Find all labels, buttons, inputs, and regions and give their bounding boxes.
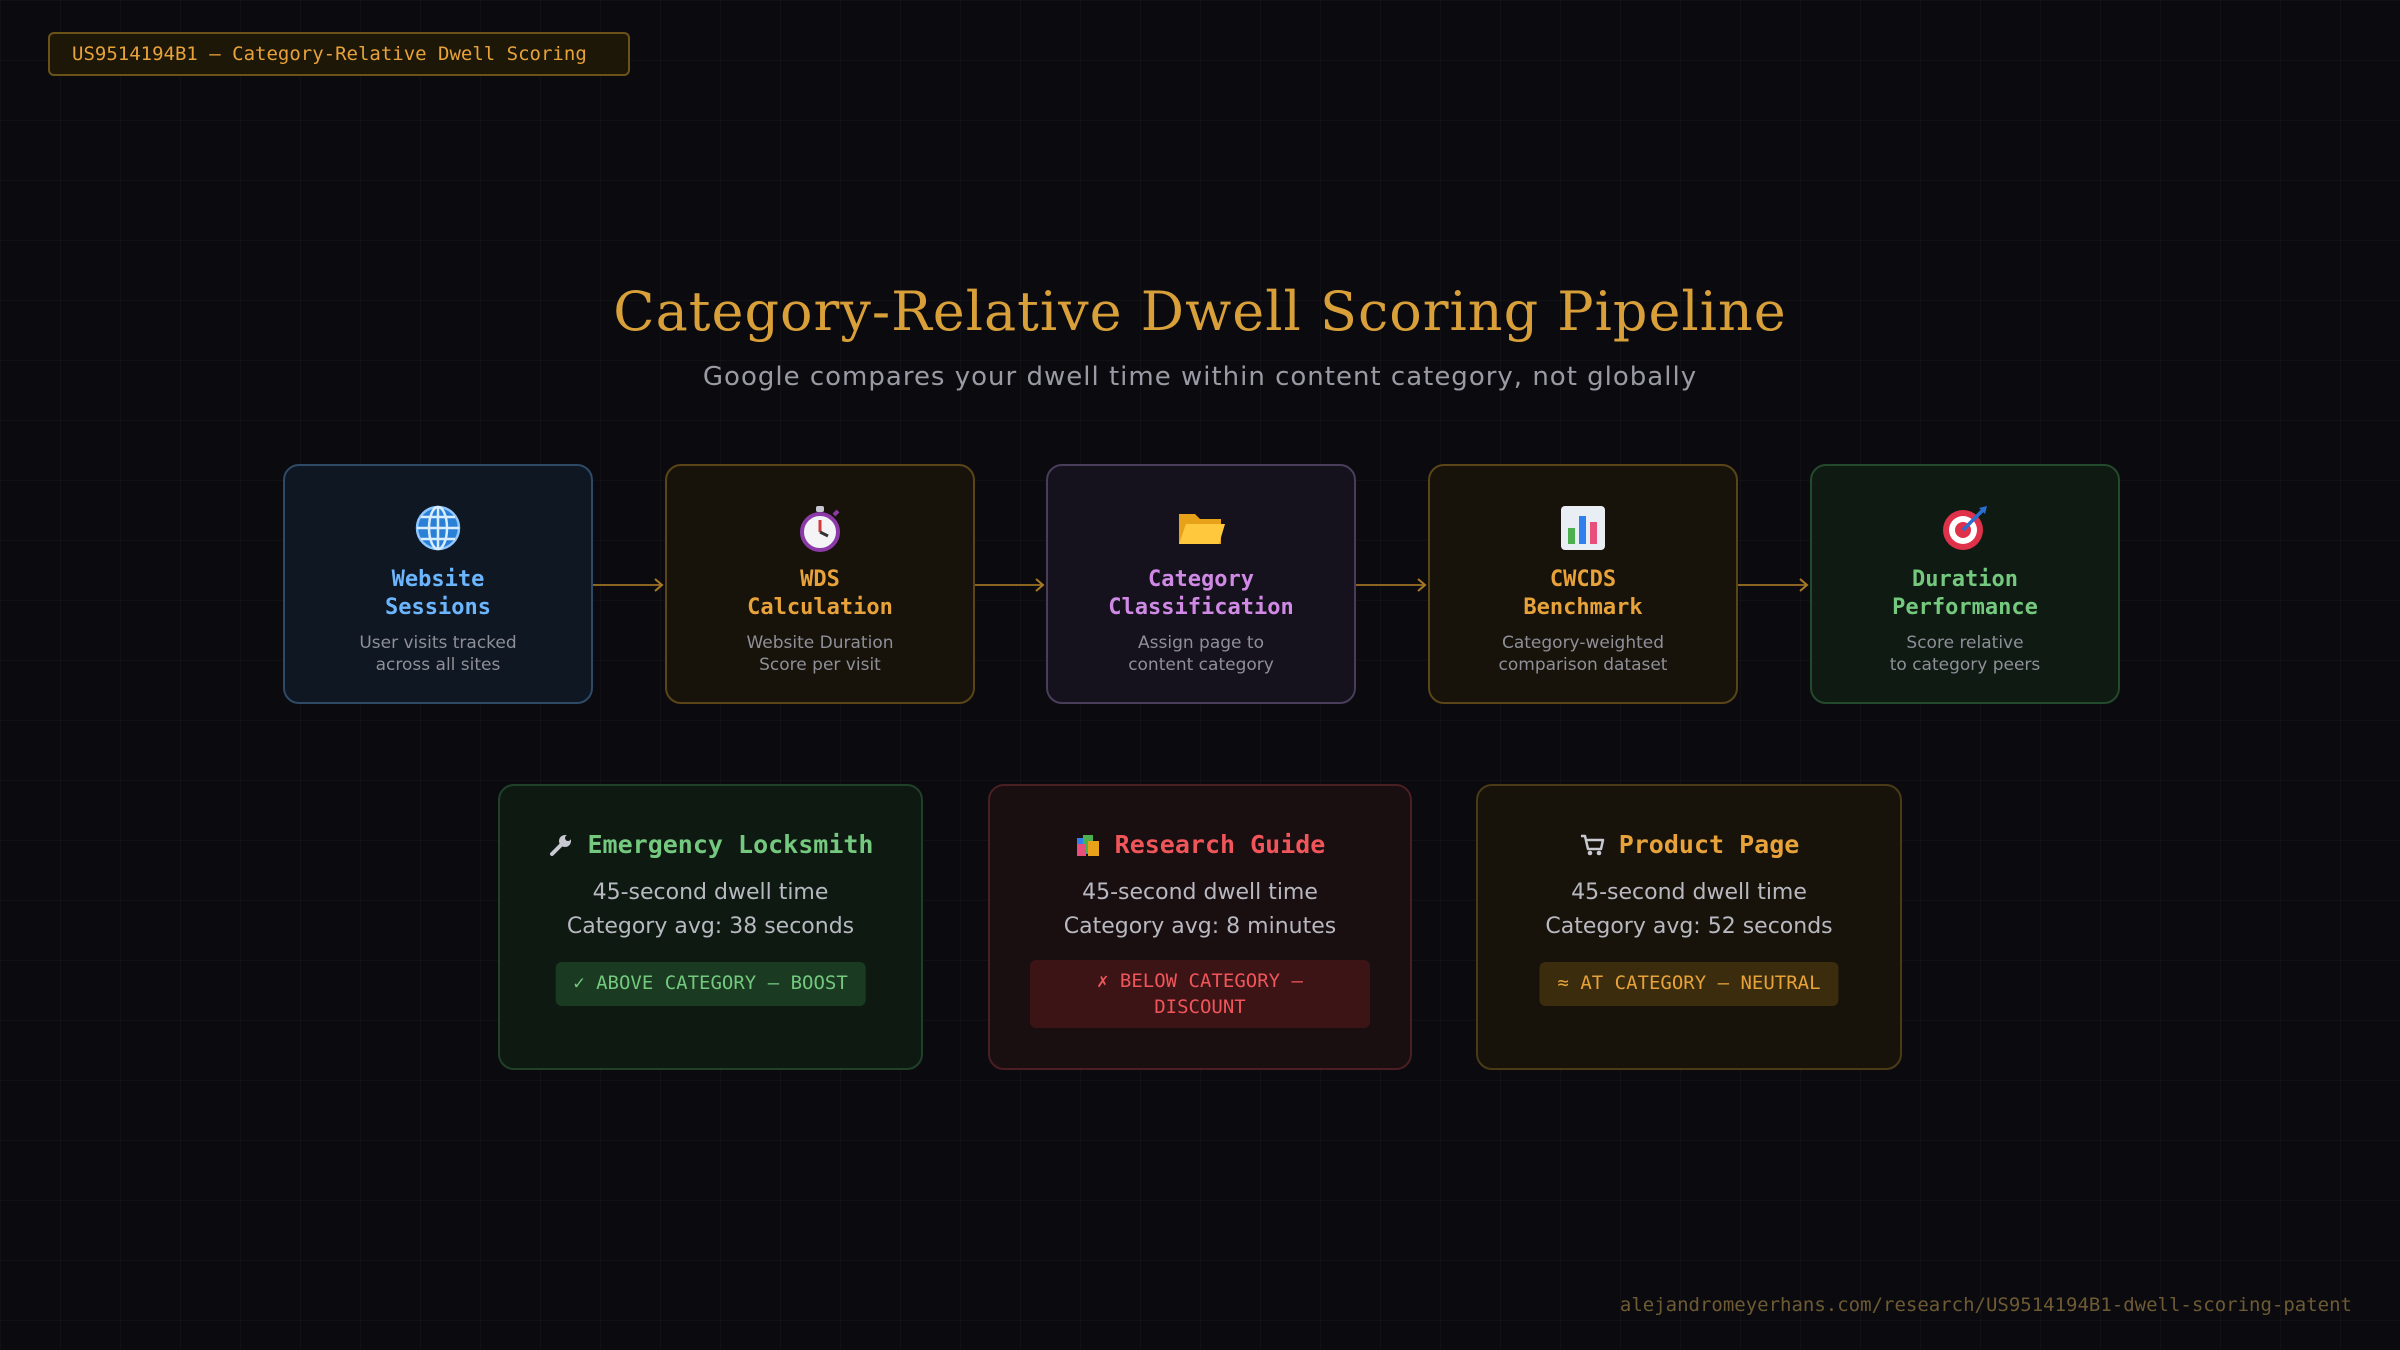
arrow-connector <box>1738 578 1809 592</box>
dwell-time: 45-second dwell time <box>592 880 829 905</box>
arrow-connector <box>593 578 664 592</box>
case-title: Product Page <box>1618 830 1800 859</box>
cart-icon <box>1580 834 1604 855</box>
category-average: Category avg: 38 seconds <box>566 914 855 939</box>
page-title: Category-Relative Dwell Scoring Pipeline <box>613 280 1787 343</box>
arrow-connector <box>1356 578 1427 592</box>
case-title: Emergency Locksmith <box>587 830 874 859</box>
wrench-icon <box>549 834 571 856</box>
patent-tag: US9514194B1 — Category-Relative Dwell Sc… <box>48 32 630 76</box>
step-category-classification: Category Classification Assign page to con… <box>1046 464 1356 704</box>
case-product-page: Product Page 45-second dwell time Catego… <box>1476 784 1902 1070</box>
case-emergency-locksmith: Emergency Locksmith 45-second dwell time… <box>498 784 923 1070</box>
verdict-badge: ✗ BELOW CATEGORY — DISCOUNT <box>1030 960 1370 1028</box>
target-icon <box>1812 502 2118 554</box>
case-header: Emergency Locksmith <box>500 830 921 859</box>
step-title: WDS Calculation <box>747 567 893 620</box>
step-title: Website Sessions <box>385 567 491 620</box>
category-average: Category avg: 52 seconds <box>1545 914 1833 939</box>
globe-icon <box>285 502 591 554</box>
step-description: User visits tracked across all sites <box>359 633 517 675</box>
case-header: Research Guide <box>990 830 1410 859</box>
books-icon <box>1076 834 1099 856</box>
arrow-connector <box>975 578 1045 592</box>
case-header: Product Page <box>1478 830 1900 859</box>
step-cwcds-benchmark: CWCDS Benchmark Category-weighted comparis… <box>1428 464 1738 704</box>
step-duration-performance: Duration Performance Score relative to cat… <box>1810 464 2120 704</box>
case-research-guide: Research Guide 45-second dwell time Cate… <box>988 784 1412 1070</box>
dwell-time: 45-second dwell time <box>1082 880 1318 905</box>
step-title: CWCDS Benchmark <box>1523 567 1643 620</box>
step-description: Assign page to content category <box>1128 633 1274 675</box>
bar-chart-icon <box>1430 502 1736 554</box>
step-website-sessions: Website Sessions User visits tracked acros… <box>283 464 593 704</box>
stopwatch-icon <box>667 502 973 554</box>
verdict-badge: ≈ AT CATEGORY — NEUTRAL <box>1539 962 1839 1006</box>
step-wds-calculation: WDS Calculation Website Duration Score per… <box>665 464 975 704</box>
step-description: Category-weighted comparison dataset <box>1498 633 1668 675</box>
step-title: Duration Performance <box>1892 567 2038 620</box>
step-description: Website Duration Score per visit <box>746 633 894 675</box>
dwell-time: 45-second dwell time <box>1571 880 1807 905</box>
case-title: Research Guide <box>1114 830 1326 859</box>
page-subtitle: Google compares your dwell time within c… <box>702 362 1698 392</box>
verdict-badge: ✓ ABOVE CATEGORY — BOOST <box>555 962 866 1006</box>
source-url: alejandromeyerhans.com/research/US951419… <box>1619 1294 2352 1316</box>
step-title: Category Classification <box>1108 567 1294 620</box>
step-description: Score relative to category peers <box>1889 633 2041 675</box>
folder-icon <box>1048 502 1354 554</box>
category-average: Category avg: 8 minutes <box>1063 914 1337 939</box>
